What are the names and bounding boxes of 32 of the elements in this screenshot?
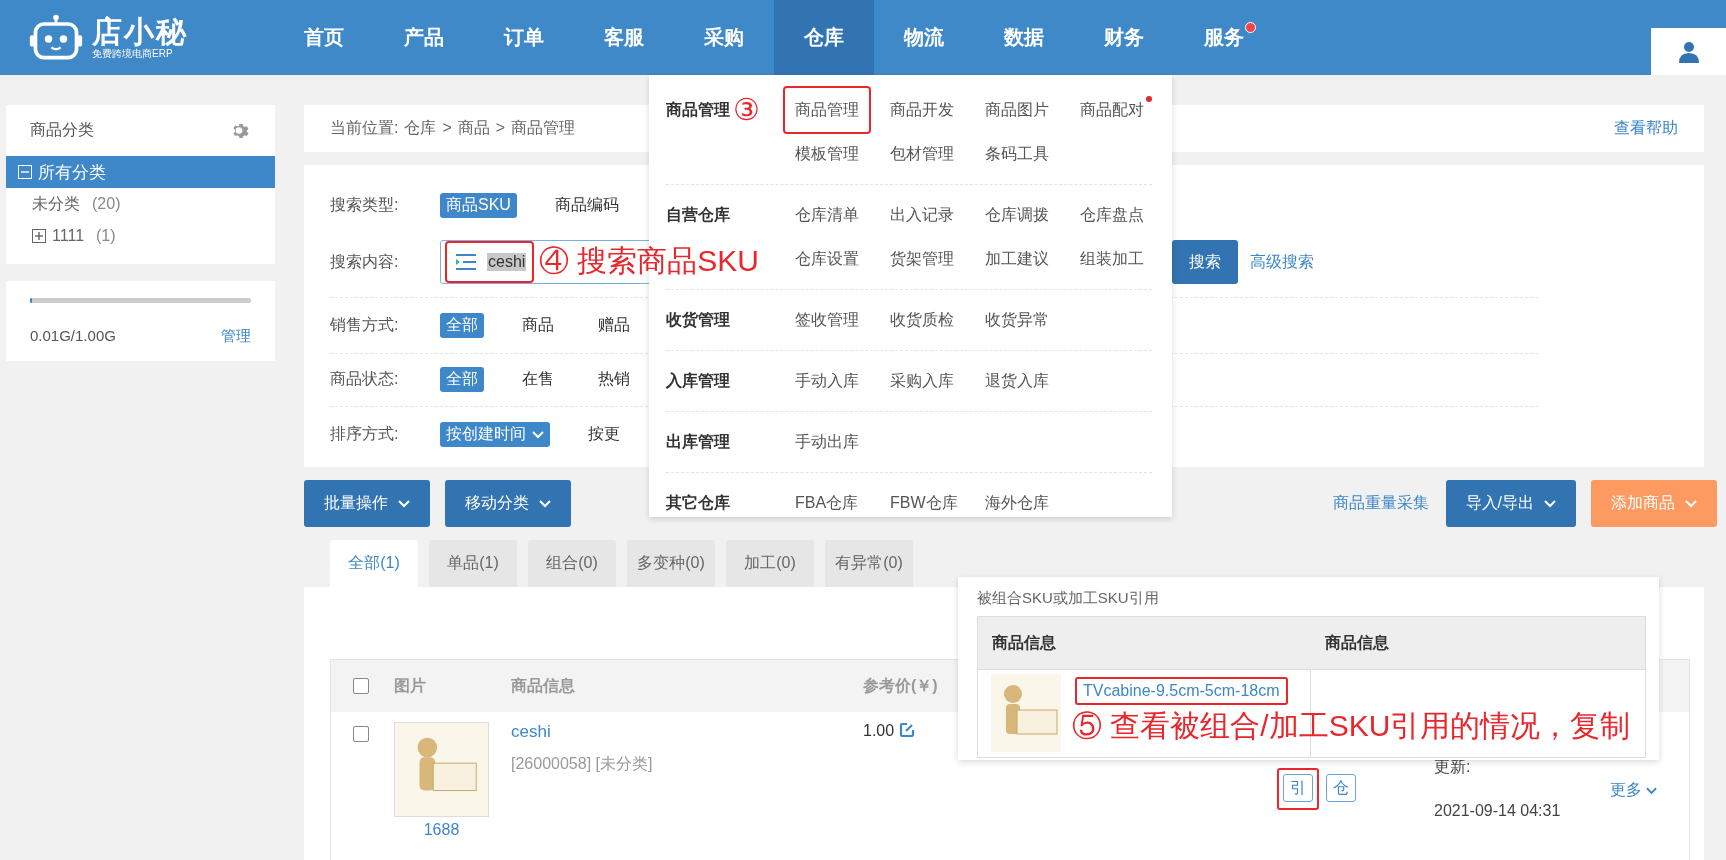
price-value: 1.00 [863, 722, 895, 740]
storage-usage: 0.01G/1.00G [30, 327, 116, 346]
column-header: 商品信息 [1325, 632, 1390, 653]
search-value: ceshi [487, 253, 527, 272]
updated-label: 更新: [1434, 757, 1472, 777]
brand-tagline: 免费跨境电商ERP [92, 47, 174, 60]
filter-label: 搜索内容: [330, 251, 400, 272]
sidebar-title: 商品分类 [30, 120, 94, 140]
brand-name: 店小秘 [92, 15, 188, 48]
column-header: 参考价(￥) [863, 675, 938, 696]
breadcrumb-separator: > [442, 119, 452, 138]
menu-group-label: 出库管理 [666, 431, 730, 452]
updated-time: 2021-09-14 04:31 [1434, 802, 1562, 820]
menu-group-label: 收货管理 [666, 309, 730, 331]
menu-group-label: 商品管理 [666, 99, 730, 120]
product-meta: [26000058] [未分类] [511, 754, 654, 774]
annotation-label: ④ 搜索商品SKU [539, 243, 760, 280]
filter-label: 排序方式: [330, 424, 400, 445]
filter-label: 商品状态: [330, 369, 400, 390]
column-header: 商品信息 [511, 675, 575, 696]
menu-group-label: 入库管理 [666, 370, 730, 391]
column-header: 图片 [394, 675, 426, 696]
annotation-label: ⑤ 查看被组合/加工SKU引用的情况，复制 [1072, 708, 1631, 744]
breadcrumb-separator: > [495, 119, 506, 138]
column-header: 商品信息 [992, 632, 1057, 653]
filter-label: 销售方式: [330, 314, 400, 335]
annotation-marker: ③ [733, 94, 760, 126]
breadcrumb-label: 当前位置: [330, 117, 399, 138]
filter-label: 搜索类型: [330, 194, 400, 215]
menu-group-label: 其它仓库 [666, 492, 730, 513]
popup-title: 被组合SKU或加工SKU引用 [977, 589, 1160, 608]
menu-group-label: 自营仓库 [666, 204, 730, 225]
